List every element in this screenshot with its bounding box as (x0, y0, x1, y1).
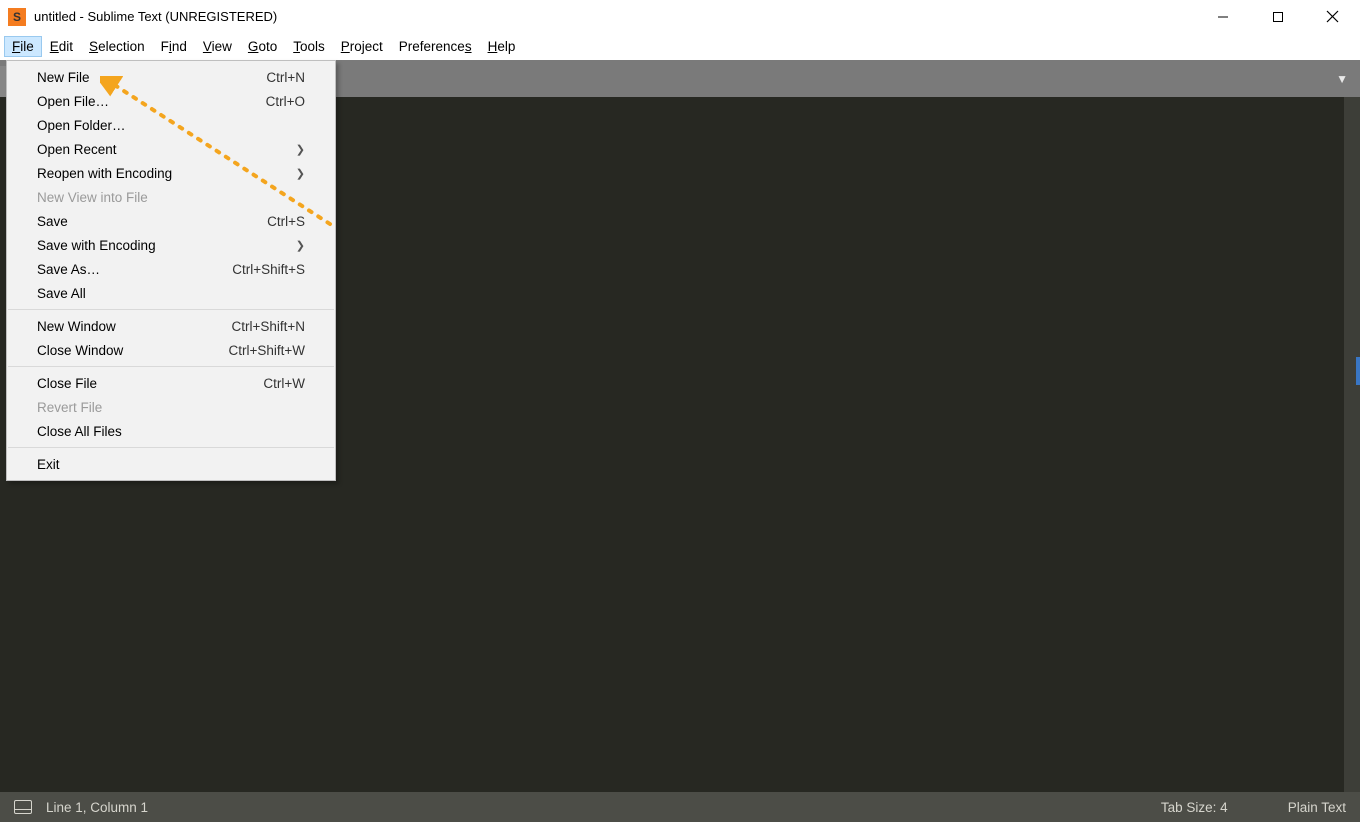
scrollbar-vertical[interactable] (1344, 97, 1360, 792)
menu-item-label: New Window (37, 319, 116, 334)
file-menu-item: Revert File (7, 395, 335, 419)
file-menu-item[interactable]: Exit (7, 452, 335, 476)
status-tabsize[interactable]: Tab Size: 4 (1161, 800, 1228, 815)
menu-item-label: Reopen with Encoding (37, 166, 172, 181)
panel-switch-icon[interactable] (14, 800, 32, 814)
menu-item-label: Open Recent (37, 142, 117, 157)
menu-tools[interactable]: Tools (285, 36, 333, 57)
app-icon: S (8, 8, 26, 26)
menu-item-label: Close Window (37, 343, 123, 358)
menu-edit[interactable]: Edit (42, 36, 81, 57)
menu-goto[interactable]: Goto (240, 36, 285, 57)
menu-help[interactable]: Help (480, 36, 524, 57)
status-cursor: Line 1, Column 1 (46, 800, 148, 815)
titlebar: S untitled - Sublime Text (UNREGISTERED) (0, 0, 1360, 33)
menu-project[interactable]: Project (333, 36, 391, 57)
file-menu-item[interactable]: Open Folder… (7, 113, 335, 137)
scrollbar-indicator (1356, 357, 1360, 385)
menu-view[interactable]: View (195, 36, 240, 57)
menu-item-label: Exit (37, 457, 60, 472)
file-dropdown-menu: New File Ctrl+N Open File… Ctrl+O Open Folde… (6, 60, 336, 481)
menu-item-label: New View into File (37, 190, 148, 205)
menu-item-label: Open File… (37, 94, 109, 109)
file-menu-item: New View into File (7, 185, 335, 209)
close-button[interactable] (1305, 0, 1360, 33)
menu-separator (8, 309, 334, 310)
file-menu-item[interactable]: Save As… Ctrl+Shift+S (7, 257, 335, 281)
file-menu-item[interactable]: Close All Files (7, 419, 335, 443)
status-syntax[interactable]: Plain Text (1288, 800, 1346, 815)
menu-item-label: Open Folder… (37, 118, 126, 133)
submenu-arrow-icon: ❯ (296, 167, 305, 180)
file-menu-item[interactable]: New Window Ctrl+Shift+N (7, 314, 335, 338)
file-menu-item[interactable]: Reopen with Encoding ❯ (7, 161, 335, 185)
menu-item-label: New File (37, 70, 90, 85)
menu-item-label: Close All Files (37, 424, 122, 439)
window-title: untitled - Sublime Text (UNREGISTERED) (34, 9, 277, 24)
minimize-button[interactable] (1195, 0, 1250, 33)
menu-item-label: Save As… (37, 262, 100, 277)
menu-item-shortcut: Ctrl+W (263, 376, 305, 391)
menu-item-shortcut: Ctrl+Shift+W (228, 343, 305, 358)
menu-item-label: Close File (37, 376, 97, 391)
menu-item-shortcut: Ctrl+S (267, 214, 305, 229)
menu-separator (8, 366, 334, 367)
file-menu-item[interactable]: Save with Encoding ❯ (7, 233, 335, 257)
menu-find[interactable]: Find (153, 36, 195, 57)
statusbar: Line 1, Column 1 Tab Size: 4 Plain Text (0, 792, 1360, 822)
menu-item-label: Save (37, 214, 68, 229)
menu-item-label: Save All (37, 286, 86, 301)
submenu-arrow-icon: ❯ (296, 143, 305, 156)
menu-item-shortcut: Ctrl+O (266, 94, 305, 109)
file-menu-item[interactable]: Close Window Ctrl+Shift+W (7, 338, 335, 362)
menu-item-shortcut: Ctrl+Shift+S (232, 262, 305, 277)
file-menu-item[interactable]: Open Recent ❯ (7, 137, 335, 161)
menu-selection[interactable]: Selection (81, 36, 153, 57)
file-menu-item[interactable]: Close File Ctrl+W (7, 371, 335, 395)
maximize-button[interactable] (1250, 0, 1305, 33)
tab-dropdown-icon[interactable]: ▼ (1336, 72, 1348, 86)
menu-preferences[interactable]: Preferences (391, 36, 480, 57)
file-menu-item[interactable]: Save Ctrl+S (7, 209, 335, 233)
menu-item-label: Revert File (37, 400, 102, 415)
submenu-arrow-icon: ❯ (296, 239, 305, 252)
file-menu-item[interactable]: Save All (7, 281, 335, 305)
menu-item-shortcut: Ctrl+Shift+N (231, 319, 305, 334)
menu-item-shortcut: Ctrl+N (266, 70, 305, 85)
file-menu-item[interactable]: Open File… Ctrl+O (7, 89, 335, 113)
file-menu-item[interactable]: New File Ctrl+N (7, 65, 335, 89)
menubar: File Edit Selection Find View Goto Tools… (0, 33, 1360, 60)
menu-file[interactable]: File (4, 36, 42, 57)
menu-item-label: Save with Encoding (37, 238, 156, 253)
window-controls (1195, 0, 1360, 33)
menu-separator (8, 447, 334, 448)
